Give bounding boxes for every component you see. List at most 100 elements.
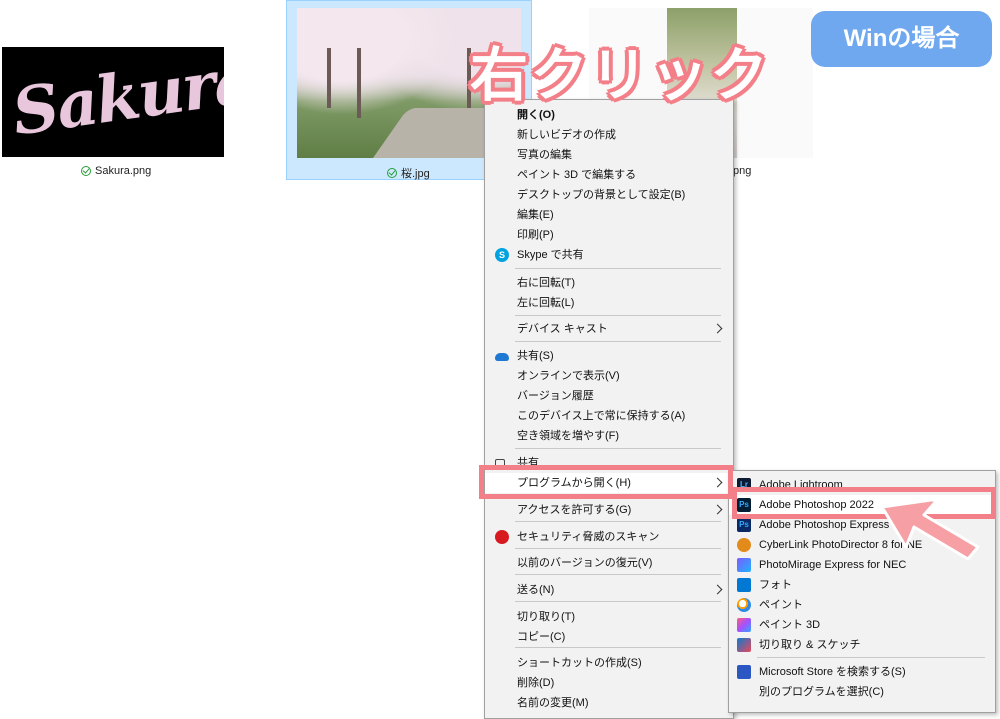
menu-separator (515, 521, 721, 522)
context-menu-item[interactable]: 右に回転(T) (485, 273, 733, 293)
context-menu-item[interactable]: デバイス キャスト (485, 319, 733, 339)
menu-separator (515, 315, 721, 316)
context-menu-item-label: 送る(N) (517, 584, 555, 596)
context-menu-item-label: ペイント 3D で編集する (517, 169, 637, 181)
context-menu-item[interactable]: S Skype で共有 (485, 245, 733, 265)
sync-check-icon (81, 166, 91, 176)
open-with-item-label: ペイント 3D (759, 619, 821, 631)
context-menu-item-label: 編集(E) (517, 209, 554, 221)
sync-check-icon (387, 168, 397, 178)
photodirector-icon (737, 538, 751, 552)
paint3d-icon (737, 618, 751, 632)
context-menu-item[interactable]: このデバイス上で常に保持する(A) (485, 406, 733, 426)
menu-separator (515, 268, 721, 269)
context-menu-item[interactable]: 空き領域を増やす(F) (485, 426, 733, 446)
chevron-right-icon (712, 584, 723, 595)
context-menu-item-label: アクセスを許可する(G) (517, 504, 632, 516)
tree-trunk (357, 48, 361, 118)
context-menu-item[interactable]: 削除(D) (485, 673, 733, 693)
context-menu-item-label: 切り取り(T) (517, 611, 576, 623)
photos-icon (737, 578, 751, 592)
file-name-text: 桜.jpg (401, 168, 430, 180)
context-menu-item[interactable]: デスクトップの背景として設定(B) (485, 185, 733, 205)
context-menu-item[interactable]: アクセスを許可する(G) (485, 500, 733, 520)
context-menu-item[interactable]: 編集(E) (485, 205, 733, 225)
open-with-item-label: ペイント (759, 599, 803, 611)
context-menu-item-label: オンラインで表示(V) (517, 370, 620, 382)
tree-trunk (327, 48, 331, 108)
open-with-item[interactable]: 切り取り & スケッチ (729, 635, 995, 655)
sakura-thumbnail-text: Sakura (7, 47, 224, 151)
context-menu-item-label: デスクトップの背景として設定(B) (517, 189, 686, 201)
context-menu-item-label: 写真の編集 (517, 149, 572, 161)
skype-icon: S (495, 248, 509, 262)
context-menu-item-label: 印刷(P) (517, 229, 554, 241)
context-menu-item-label: 名前の変更(M) (517, 697, 589, 709)
context-menu-item[interactable]: コピー(C) (485, 627, 733, 647)
context-menu-item-label: コピー(C) (517, 631, 566, 643)
context-menu-item-label: ショートカットの作成(S) (517, 657, 642, 669)
context-menu-item-label: 共有(S) (517, 350, 554, 362)
context-menu-item[interactable]: 名前の変更(M) (485, 693, 733, 713)
open-with-item-label: フォト (759, 579, 792, 591)
menu-separator (515, 448, 721, 449)
file-name-cherry[interactable]: 桜.jpg (387, 165, 430, 181)
context-menu-item-label: 新しいビデオの作成 (517, 129, 616, 141)
context-menu-item[interactable]: ショートカットの作成(S) (485, 653, 733, 673)
context-menu-item[interactable]: 新しいビデオの作成 (485, 125, 733, 145)
context-menu: 開く(O) 新しいビデオの作成 写真の編集 ペイント 3D で編集する デスクトップの背… (484, 99, 734, 719)
context-menu-item-label: 右に回転(T) (517, 277, 576, 289)
context-menu-item[interactable]: 切り取り(T) (485, 607, 733, 627)
open-with-item[interactable]: ペイント 3D (729, 615, 995, 635)
open-with-item-label: 別のプログラムを選択(C) (759, 686, 884, 698)
context-menu-item-label: デバイス キャスト (517, 323, 608, 335)
file-name-text: png (733, 165, 752, 177)
snip-sketch-icon (737, 638, 751, 652)
highlight-open-with (479, 465, 733, 499)
menu-separator (515, 548, 721, 549)
photoshop-express-icon: Ps (737, 518, 751, 532)
context-menu-item-label: 以前のバージョンの復元(V) (517, 557, 653, 569)
menu-separator (515, 341, 721, 342)
menu-separator (757, 657, 985, 658)
file-name-text: Sakura.png (95, 165, 152, 177)
open-with-item[interactable]: Microsoft Store を検索する(S) (729, 662, 995, 682)
context-menu-item-label: セキュリティ脅威のスキャン (517, 531, 660, 543)
windows-badge: Winの場合 (811, 11, 992, 67)
context-menu-item[interactable]: オンラインで表示(V) (485, 366, 733, 386)
chevron-right-icon (712, 323, 723, 334)
paint-icon (737, 598, 751, 612)
context-menu-item[interactable]: 左に回転(L) (485, 293, 733, 313)
open-with-item-label: Microsoft Store を検索する(S) (759, 666, 906, 678)
chevron-right-icon (712, 504, 723, 515)
context-menu-item-label: バージョン履歴 (517, 390, 594, 402)
context-menu-item[interactable]: セキュリティ脅威のスキャン (485, 527, 733, 547)
store-icon (737, 665, 751, 679)
open-with-item[interactable]: 別のプログラムを選択(C) (729, 682, 995, 702)
context-menu-item[interactable]: 印刷(P) (485, 225, 733, 245)
context-menu-item[interactable]: ペイント 3D で編集する (485, 165, 733, 185)
open-with-item[interactable]: ペイント (729, 595, 995, 615)
context-menu-item-label: 空き領域を増やす(F) (517, 430, 620, 442)
open-with-item-label: 切り取り & スケッチ (759, 639, 861, 651)
context-menu-item-label: Skype で共有 (517, 249, 584, 261)
context-menu-item[interactable]: 送る(N) (485, 580, 733, 600)
context-menu-item[interactable]: 共有(S) (485, 346, 733, 366)
open-with-item[interactable]: フォト (729, 575, 995, 595)
context-menu-item-label: このデバイス上で常に保持する(A) (517, 410, 686, 422)
menu-separator (515, 601, 721, 602)
sakura-thumbnail[interactable]: Sakura (2, 47, 224, 157)
context-menu-item[interactable]: 写真の編集 (485, 145, 733, 165)
context-menu-item[interactable]: 以前のバージョンの復元(V) (485, 553, 733, 573)
menu-separator (515, 574, 721, 575)
file-name-third[interactable]: png (733, 165, 751, 177)
menu-separator (515, 647, 721, 648)
context-menu-item[interactable]: バージョン履歴 (485, 386, 733, 406)
file-name-sakura[interactable]: Sakura.png (81, 165, 151, 177)
context-menu-item-label: 削除(D) (517, 677, 555, 689)
context-menu-item-label: 左に回転(L) (517, 297, 575, 309)
photomirage-icon (737, 558, 751, 572)
pointer-arrow-icon (880, 497, 980, 561)
onedrive-icon (495, 349, 509, 363)
trend-micro-icon (495, 530, 509, 544)
